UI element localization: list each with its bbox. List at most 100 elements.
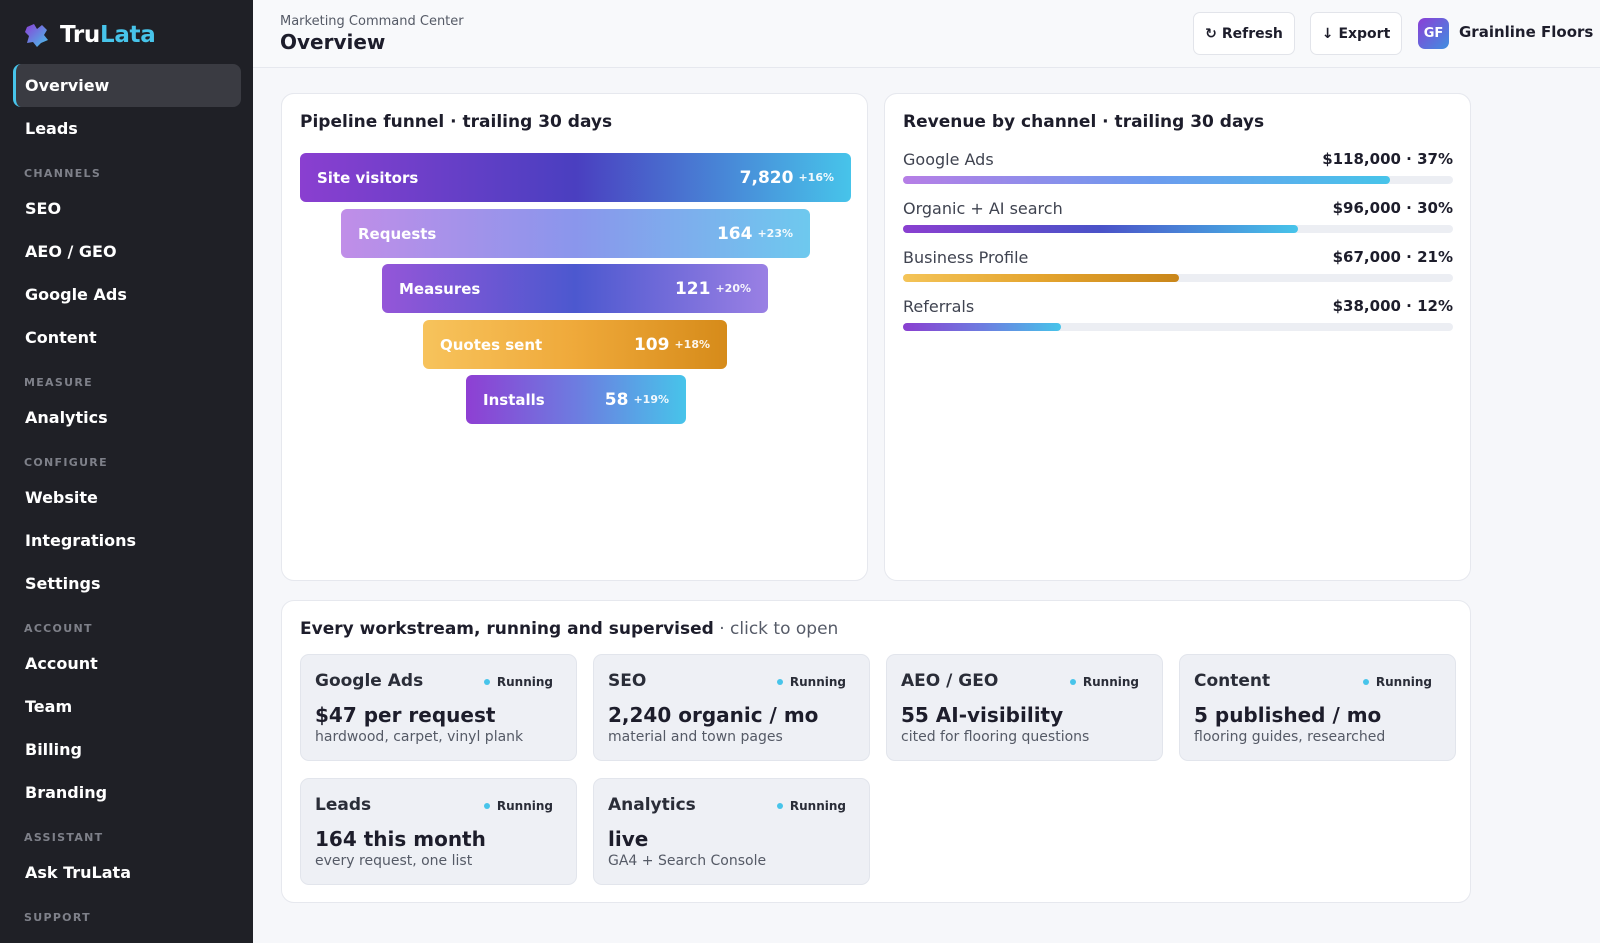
status-badge: Running [776,675,846,689]
sidebar-item-overview[interactable]: Overview [13,64,241,107]
sidebar-item-analytics[interactable]: Analytics [13,396,241,439]
pipeline-funnel-card: Pipeline funnel · trailing 30 days Site … [281,93,868,581]
funnel-stage-measures[interactable]: Measures 121 +20% [382,264,768,313]
status-dot-icon [1069,679,1076,685]
revenue-bar-track [903,274,1453,282]
sidebar-nav: Overview Leads CHANNELS SEO AEO / GEO Google … [13,64,241,931]
workstream-name: Google Ads [315,671,424,691]
sidebar-section-channels: CHANNELS [24,167,102,180]
workstream-metric: $47 per request [315,703,496,727]
sidebar-item-settings[interactable]: Settings [13,562,241,605]
funnel-stage-value: 7,820 [739,167,794,188]
revenue-bar-fill [903,323,1062,331]
brand-name-part-2: Lata [99,22,156,48]
puzzle-star-icon [25,24,48,47]
status-label: Running [1375,675,1432,689]
workstream-card-google-ads[interactable]: Google Ads Running $47 per request hardwood… [300,654,577,761]
sidebar-item-leads[interactable]: Leads [13,107,241,150]
workstreams-card: Every workstream, running and supervised… [281,600,1471,903]
workstream-card-analytics[interactable]: Analytics Running live GA4 + Search Console [593,778,870,885]
funnel-stage-installs[interactable]: Installs 58 +19% [466,375,686,424]
status-badge: Running [1362,675,1432,689]
workstream-subtitle: flooring guides, researched [1194,729,1386,745]
sidebar: TruLata Overview Leads CHANNELS SEO AEO / GE… [0,0,253,943]
workstream-name: AEO / GEO [901,671,999,691]
sidebar-item-account[interactable]: Account [13,642,241,685]
revenue-channel-value: $67,000 · 21% [1332,248,1453,266]
workstream-metric: live [608,827,649,851]
workstream-name: SEO [608,671,647,691]
funnel-stage-delta: +20% [715,282,751,295]
status-badge: Running [776,799,846,813]
sidebar-section-account: ACCOUNT [24,622,93,635]
export-label: Export [1338,25,1391,42]
sidebar-item-content[interactable]: Content [13,316,241,359]
funnel-stage-requests[interactable]: Requests 164 +23% [341,209,810,258]
revenue-bar-fill [903,274,1180,282]
workstream-name: Content [1194,671,1271,691]
sidebar-item-aeo-geo[interactable]: AEO / GEO [13,230,241,273]
funnel-stage-delta: +16% [798,171,834,184]
funnel-stage-delta: +18% [674,338,710,351]
workstream-metric: 2,240 organic / mo [608,703,819,727]
funnel-stage-label: Quotes sent [440,335,543,354]
funnel-stage-value: 121 [674,278,711,299]
revenue-channel-name: Business Profile [903,248,1029,267]
workstream-metric: 55 AI-visibility [901,703,1064,727]
workstream-card-aeo-geo[interactable]: AEO / GEO Running 55 AI-visibility cited fo… [886,654,1163,761]
status-badge: Running [483,799,553,813]
sidebar-section-assistant: ASSISTANT [24,831,104,844]
workstream-card-content[interactable]: Content Running 5 published / mo flooring g… [1179,654,1456,761]
revenue-row-referrals[interactable]: Referrals $38,000 · 12% [903,297,1453,337]
refresh-button[interactable]: ↻ Refresh [1193,12,1295,55]
sidebar-item-billing[interactable]: Billing [13,728,241,771]
funnel-stage-label: Site visitors [317,168,419,187]
export-button[interactable]: ↓ Export [1310,12,1402,55]
workstream-card-seo[interactable]: SEO Running 2,240 organic / mo material and… [593,654,870,761]
top-header: Marketing Command Center Overview ↻ Refr… [253,0,1600,68]
status-badge: Running [483,675,553,689]
revenue-channel-name: Referrals [903,297,975,316]
revenue-row-business-profile[interactable]: Business Profile $67,000 · 21% [903,248,1453,288]
revenue-channel-name: Google Ads [903,150,994,169]
workstreams-heading: Every workstream, running and supervised [300,619,714,639]
status-label: Running [496,799,553,813]
status-dot-icon [776,803,783,809]
revenue-by-channel-card: Revenue by channel · trailing 30 days Go… [884,93,1471,581]
workstream-name: Analytics [608,795,696,815]
breadcrumb: Marketing Command Center [280,14,464,29]
workstream-subtitle: cited for flooring questions [901,729,1090,745]
sidebar-item-ask-trulata[interactable]: Ask TruLata [13,851,241,894]
revenue-channel-value: $38,000 · 12% [1332,297,1453,315]
funnel-stage-quotes-sent[interactable]: Quotes sent 109 +18% [423,320,727,369]
refresh-icon: ↻ [1205,25,1217,42]
sidebar-item-seo[interactable]: SEO [13,187,241,230]
revenue-row-organic-ai-search[interactable]: Organic + AI search $96,000 · 30% [903,199,1453,239]
account-name[interactable]: Grainline Floors [1459,23,1593,41]
funnel-stage-delta: +23% [757,227,793,240]
workstream-subtitle: material and town pages [608,729,783,745]
sidebar-item-branding[interactable]: Branding [13,771,241,814]
workstream-card-leads[interactable]: Leads Running 164 this month every request,… [300,778,577,885]
revenue-bar-track [903,323,1453,331]
workstream-subtitle: every request, one list [315,853,473,869]
sidebar-item-google-ads[interactable]: Google Ads [13,273,241,316]
revenue-channel-value: $118,000 · 37% [1322,150,1453,168]
funnel-stage-label: Requests [358,224,437,243]
sidebar-item-website[interactable]: Website [13,476,241,519]
status-label: Running [496,675,553,689]
workstreams-title: Every workstream, running and supervised… [300,619,838,639]
avatar[interactable]: GF [1418,18,1449,49]
status-label: Running [789,799,846,813]
funnel-stage-site-visitors[interactable]: Site visitors 7,820 +16% [300,153,851,202]
sidebar-item-team[interactable]: Team [13,685,241,728]
page-title: Overview [280,30,386,54]
sidebar-section-support: SUPPORT [24,911,91,924]
brand[interactable]: TruLata [24,22,156,48]
status-dot-icon [1362,679,1369,685]
funnel-stage-delta: +19% [633,393,669,406]
status-dot-icon [776,679,783,685]
revenue-row-google-ads[interactable]: Google Ads $118,000 · 37% [903,150,1453,190]
workstream-subtitle: hardwood, carpet, vinyl plank [315,729,524,745]
sidebar-item-integrations[interactable]: Integrations [13,519,241,562]
